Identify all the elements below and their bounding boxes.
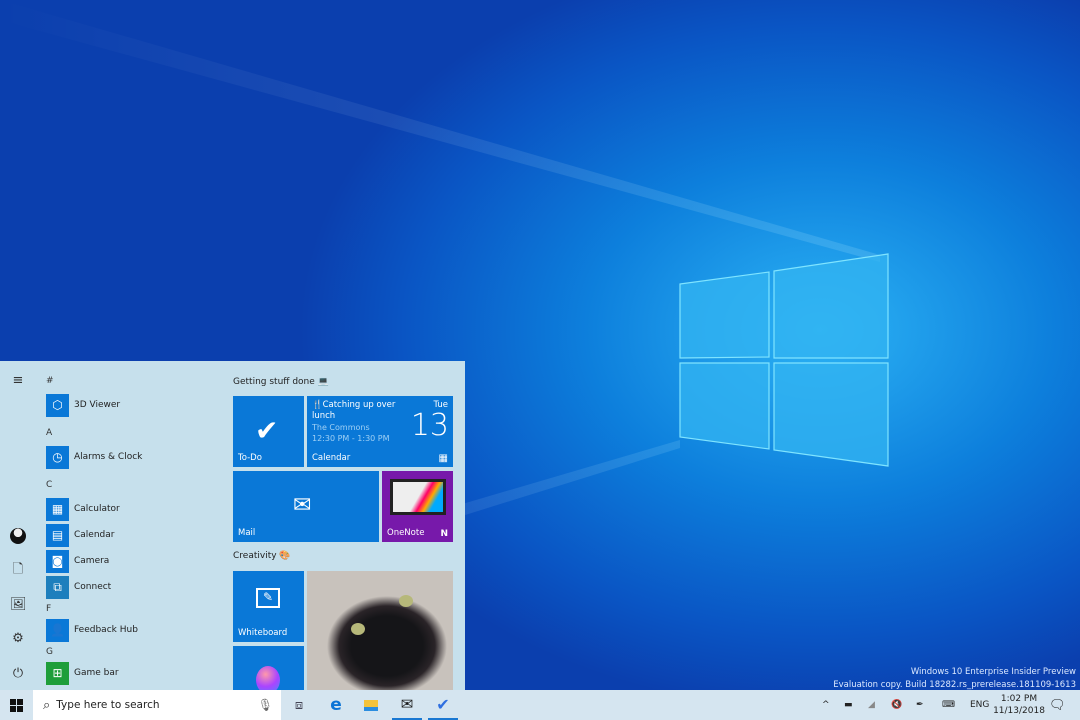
tile-paint-3d[interactable]: [233, 646, 304, 690]
cat-eye: [351, 623, 365, 635]
calculator-icon: ▦: [46, 497, 69, 521]
document-icon[interactable]: 🗋: [10, 562, 26, 578]
file-explorer-button[interactable]: [356, 690, 386, 720]
mail-button[interactable]: ✉: [392, 690, 422, 720]
pictures-icon[interactable]: 🖼: [10, 597, 27, 613]
clock-time: 1:02 PM: [1000, 694, 1038, 704]
section-header[interactable]: F: [46, 604, 51, 614]
watermark-build: Evaluation copy. Build 18282.rs_prerelea…: [833, 680, 1076, 690]
app-calendar[interactable]: ▤ Calendar: [46, 523, 114, 547]
app-connect[interactable]: ⧉ Connect: [46, 575, 111, 599]
tile-photos-cat[interactable]: [307, 571, 453, 690]
whiteboard-icon: ✎: [256, 588, 280, 608]
edge-button[interactable]: e: [321, 690, 351, 720]
section-header[interactable]: G: [46, 647, 53, 657]
hamburger-icon[interactable]: ≡: [10, 373, 26, 389]
start-button[interactable]: [0, 690, 33, 720]
search-box[interactable]: ⌕ Type here to search 🎙: [33, 690, 281, 720]
windows-start-icon: [10, 698, 23, 712]
checkmark-icon: ✔: [436, 694, 450, 714]
volume-muted-icon[interactable]: 🔇: [891, 690, 907, 720]
search-icon: ⌕: [43, 697, 51, 713]
tile-whiteboard[interactable]: ✎ Whiteboard: [233, 571, 304, 642]
app-game-bar[interactable]: ⊞ Game bar: [46, 661, 119, 685]
microphone-icon[interactable]: 🎙: [258, 698, 273, 712]
edge-icon: e: [330, 695, 342, 715]
section-header[interactable]: C: [46, 480, 52, 490]
clock[interactable]: 1:02 PM 11/13/2018: [993, 690, 1045, 720]
tile-calendar[interactable]: 🍴Catching up over lunch The Commons 12:3…: [307, 396, 453, 467]
tile-todo[interactable]: ✔ To-Do: [233, 396, 304, 467]
power-icon[interactable]: ⏻: [10, 666, 26, 682]
todo-button[interactable]: ✔: [428, 690, 458, 720]
taskbar: ⌕ Type here to search 🎙 ⧈ e ✉ ✔ ^ ▬ ◢ 🔇 …: [0, 690, 1080, 720]
settings-gear-icon[interactable]: ⚙: [10, 631, 26, 647]
battery-icon[interactable]: ▬: [844, 690, 858, 720]
pen-workspace-icon[interactable]: ✒: [916, 690, 930, 720]
language-indicator[interactable]: ENG: [970, 690, 989, 720]
start-rail: ≡ 🗋 🖼 ⚙ ⏻: [0, 361, 36, 690]
alarm-clock-icon: ◷: [46, 445, 69, 469]
touch-keyboard-icon[interactable]: ⌨: [942, 690, 960, 720]
onenote-preview-image: [390, 479, 446, 515]
show-hidden-icons[interactable]: ^: [822, 690, 836, 720]
connect-icon: ⧉: [46, 575, 69, 599]
envelope-icon: ✉: [293, 493, 312, 518]
camera-icon: ◙: [46, 549, 69, 573]
folder-icon: [364, 699, 378, 711]
action-center-icon[interactable]: 🗨: [1049, 690, 1066, 720]
task-view-button[interactable]: ⧈: [284, 690, 314, 720]
user-avatar[interactable]: [10, 528, 26, 544]
tile-mail[interactable]: ✉ Mail: [233, 471, 379, 542]
app-feedback-hub[interactable]: 👤 Feedback Hub: [46, 618, 138, 642]
calendar-icon: ▤: [46, 523, 69, 547]
app-3d-viewer[interactable]: ⬡ 3D Viewer: [46, 393, 120, 417]
paint-3d-icon: [256, 666, 280, 690]
group-header-creativity[interactable]: Creativity 🎨: [233, 551, 291, 561]
wifi-icon[interactable]: ◢: [868, 690, 882, 720]
cat-eye: [399, 595, 413, 607]
game-bar-icon: ⊞: [46, 661, 69, 685]
section-header[interactable]: #: [46, 376, 54, 386]
app-calculator[interactable]: ▦ Calculator: [46, 497, 120, 521]
tile-onenote[interactable]: OneNote N: [382, 471, 453, 542]
feedback-icon: 👤: [46, 618, 69, 642]
calendar-icon: ▦: [438, 453, 448, 464]
task-view-icon: ⧈: [294, 697, 304, 713]
group-header-getting-stuff-done[interactable]: Getting stuff done 💻: [233, 377, 329, 387]
mail-icon: ✉: [400, 695, 414, 713]
cube-icon: ⬡: [46, 393, 69, 417]
checkmark-icon: ✔: [255, 414, 279, 447]
watermark-edition: Windows 10 Enterprise Insider Preview: [910, 667, 1076, 677]
clock-date: 11/13/2018: [993, 706, 1045, 716]
onenote-logo-icon: N: [440, 529, 448, 539]
start-menu: ≡ 🗋 🖼 ⚙ ⏻ # ⬡ 3D Viewer A ◷ Alarms & Clock…: [0, 361, 465, 690]
app-camera[interactable]: ◙ Camera: [46, 549, 109, 573]
section-header[interactable]: A: [46, 428, 52, 438]
app-alarms-clock[interactable]: ◷ Alarms & Clock: [46, 445, 142, 469]
